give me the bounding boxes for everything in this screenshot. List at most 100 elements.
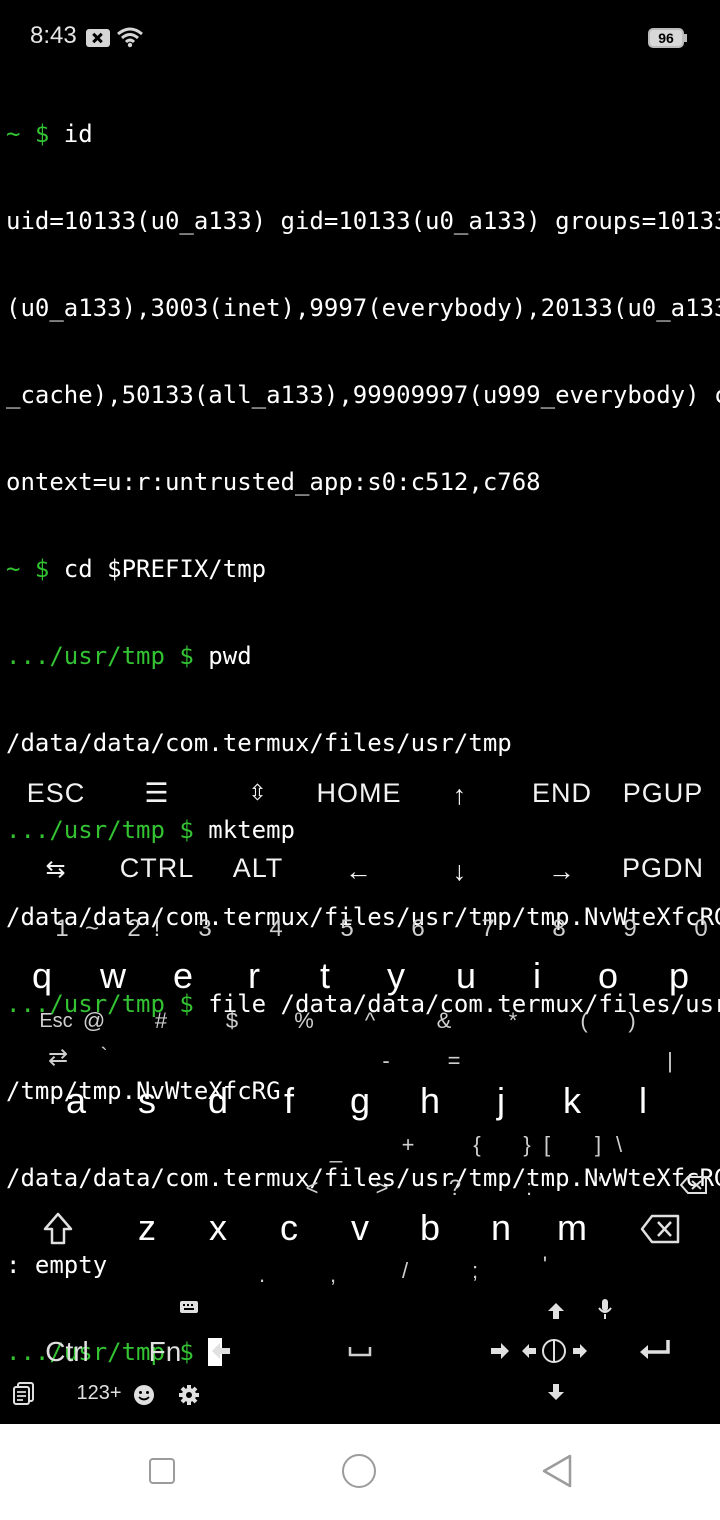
sym-backslash[interactable]: \ xyxy=(616,1132,622,1158)
key-n[interactable]: n xyxy=(491,1207,511,1249)
sym-backtick[interactable]: ` xyxy=(100,1043,107,1069)
key-9[interactable]: 9 xyxy=(623,915,636,943)
key-b[interactable]: b xyxy=(420,1207,440,1249)
sym-rbrace[interactable]: } xyxy=(523,1132,530,1158)
extra-key-scroll-icon[interactable]: ⇳ xyxy=(248,780,267,806)
key-q[interactable]: q xyxy=(32,955,52,997)
extra-key-left[interactable]: ← xyxy=(345,856,373,887)
key-w[interactable]: w xyxy=(100,955,126,997)
sym-esc[interactable]: Esc xyxy=(39,1010,72,1033)
shift-icon[interactable] xyxy=(43,1212,73,1246)
sym-semicolon[interactable]: ; xyxy=(472,1258,478,1284)
key-4[interactable]: 4 xyxy=(269,915,282,943)
arrow-left-small-icon[interactable] xyxy=(521,1343,537,1359)
sym-tab-swap-icon[interactable]: ⇄ xyxy=(48,1043,68,1072)
sym-question[interactable]: ? xyxy=(449,1175,461,1201)
key-5[interactable]: 5 xyxy=(340,915,353,943)
ctrl-key[interactable]: Ctrl xyxy=(45,1336,89,1368)
key-f[interactable]: f xyxy=(284,1080,294,1122)
sym-underscore[interactable]: _ xyxy=(330,1138,342,1164)
sym-lbracket[interactable]: [ xyxy=(544,1132,550,1158)
key-s[interactable]: s xyxy=(138,1080,156,1122)
key-a[interactable]: a xyxy=(66,1080,86,1122)
sym-period[interactable]: . xyxy=(259,1262,265,1288)
arrow-right-icon[interactable] xyxy=(490,1342,510,1360)
home-button[interactable] xyxy=(342,1454,376,1488)
sym-caret[interactable]: ^ xyxy=(365,1008,375,1034)
sym-slash[interactable]: / xyxy=(402,1258,408,1284)
back-button[interactable] xyxy=(540,1453,574,1489)
sym-ampersand[interactable]: & xyxy=(437,1008,452,1034)
extra-key-alt[interactable]: ALT xyxy=(233,853,284,884)
sym-percent[interactable]: % xyxy=(294,1008,314,1034)
arrow-left-icon[interactable] xyxy=(211,1342,231,1360)
sym-at[interactable]: @ xyxy=(83,1008,105,1034)
key-z[interactable]: z xyxy=(138,1207,156,1249)
key-d[interactable]: d xyxy=(208,1080,228,1122)
sym-less-than[interactable]: < xyxy=(306,1175,319,1201)
key-2[interactable]: 2 xyxy=(127,915,140,943)
key-h[interactable]: h xyxy=(420,1080,440,1122)
key-m[interactable]: m xyxy=(557,1207,587,1249)
extra-key-right[interactable]: → xyxy=(548,856,576,887)
cursor-control-icon[interactable] xyxy=(541,1338,567,1364)
key-3[interactable]: 3 xyxy=(198,915,211,943)
sym-minus[interactable]: - xyxy=(382,1048,389,1074)
sym-rparen[interactable]: ) xyxy=(628,1008,635,1034)
recent-apps-button[interactable] xyxy=(149,1458,175,1484)
emoji-icon[interactable] xyxy=(133,1384,155,1406)
extra-key-home[interactable]: HOME xyxy=(317,778,402,809)
extra-key-pgdn[interactable]: PGDN xyxy=(622,853,704,884)
key-k[interactable]: k xyxy=(563,1080,581,1122)
key-0[interactable]: 0 xyxy=(694,915,707,943)
key-1[interactable]: 1 xyxy=(55,915,68,943)
extra-key-ctrl[interactable]: CTRL xyxy=(120,853,195,884)
key-e[interactable]: e xyxy=(173,955,193,997)
extra-key-drawer[interactable]: ☰ xyxy=(144,778,169,809)
sym-equals[interactable]: = xyxy=(448,1048,461,1074)
key-r[interactable]: r xyxy=(248,955,260,997)
key-i[interactable]: i xyxy=(533,955,541,997)
sym-hash[interactable]: # xyxy=(155,1008,167,1034)
key-x[interactable]: x xyxy=(209,1207,227,1249)
fn-key[interactable]: Fn xyxy=(149,1336,182,1368)
key-l[interactable]: l xyxy=(639,1080,647,1122)
key-o[interactable]: o xyxy=(598,955,618,997)
sym-comma[interactable]: , xyxy=(330,1262,336,1288)
extra-key-tab[interactable]: ⇆ xyxy=(45,855,66,884)
clear-icon[interactable] xyxy=(680,1175,708,1195)
key-7[interactable]: 7 xyxy=(481,915,494,943)
settings-gear-icon[interactable] xyxy=(178,1384,200,1406)
sym-colon[interactable]: : xyxy=(526,1175,532,1201)
enter-icon[interactable] xyxy=(638,1338,672,1362)
extra-key-pgup[interactable]: PGUP xyxy=(623,778,704,809)
space-key[interactable] xyxy=(348,1345,372,1357)
extra-key-esc[interactable]: ESC xyxy=(27,778,86,809)
key-g[interactable]: g xyxy=(350,1080,370,1122)
keyboard-hide-icon[interactable] xyxy=(179,1300,199,1314)
key-8[interactable]: 8 xyxy=(552,915,565,943)
key-u[interactable]: u xyxy=(456,955,476,997)
key-exclaim[interactable]: ! xyxy=(154,915,161,943)
arrow-right-small-icon[interactable] xyxy=(572,1343,588,1359)
sym-double-quote[interactable]: " xyxy=(594,1172,602,1198)
key-tilde[interactable]: ~ xyxy=(85,915,99,943)
key-y[interactable]: y xyxy=(387,955,405,997)
extra-key-down[interactable]: ↓ xyxy=(453,856,468,887)
extra-key-up[interactable]: ↑ xyxy=(453,780,468,811)
key-v[interactable]: v xyxy=(351,1207,369,1249)
backspace-icon[interactable] xyxy=(640,1214,680,1244)
sym-dollar[interactable]: $ xyxy=(226,1008,238,1034)
sym-rbracket[interactable]: ] xyxy=(595,1132,601,1158)
arrow-up-icon[interactable] xyxy=(546,1301,566,1321)
microphone-icon[interactable] xyxy=(597,1298,613,1320)
key-j[interactable]: j xyxy=(497,1080,505,1122)
key-p[interactable]: p xyxy=(669,955,689,997)
clipboard-icon[interactable] xyxy=(13,1381,35,1405)
sym-pipe[interactable]: | xyxy=(667,1048,673,1074)
sym-asterisk[interactable]: * xyxy=(509,1008,518,1034)
key-t[interactable]: t xyxy=(320,955,330,997)
sym-apostrophe[interactable]: ' xyxy=(543,1252,547,1278)
sym-plus[interactable]: + xyxy=(402,1132,415,1158)
key-6[interactable]: 6 xyxy=(411,915,424,943)
